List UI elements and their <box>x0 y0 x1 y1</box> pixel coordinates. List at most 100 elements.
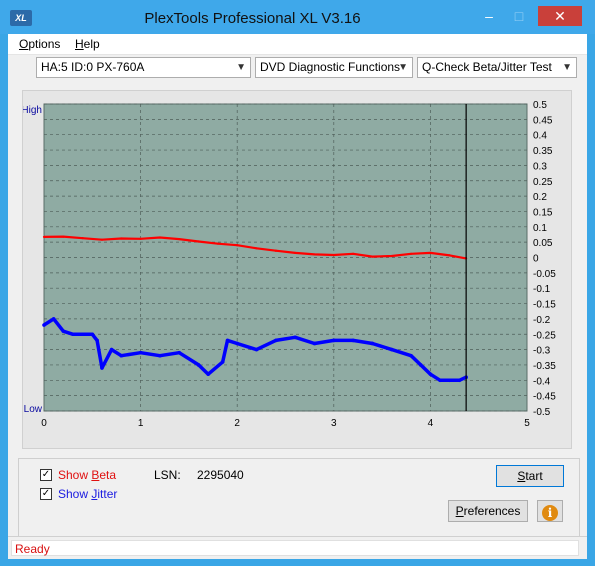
beta-data-point <box>197 240 200 243</box>
show-beta-text: Show <box>58 468 92 482</box>
jitter-data-point <box>220 360 225 364</box>
status-bar: Ready <box>8 536 587 559</box>
jitter-data-point <box>177 350 182 355</box>
device-select[interactable]: HA:5 ID:0 PX-760A ▼ <box>36 57 251 78</box>
beta-data-point <box>139 237 142 240</box>
jitter-data-point <box>351 338 355 343</box>
y-tick-label: 0.4 <box>533 131 547 142</box>
jitter-data-point <box>409 353 413 358</box>
y-tick-label: -0.05 <box>533 269 556 280</box>
y-tick-label: -0.35 <box>533 361 556 372</box>
chevron-down-icon: ▼ <box>236 62 246 73</box>
preferences-label: references <box>463 504 521 518</box>
jitter-data-point <box>80 332 85 337</box>
jitter-data-point <box>332 338 336 343</box>
start-button[interactable]: Start <box>496 465 564 487</box>
jitter-data-point <box>418 363 423 367</box>
jitter-data-point <box>389 347 394 352</box>
beta-data-point <box>352 252 355 255</box>
y-tick-label: -0.4 <box>533 376 551 387</box>
x-tick-label: 4 <box>428 418 434 429</box>
show-jitter-label[interactable]: Show Jitter <box>58 487 117 501</box>
y-tick-label: 0.25 <box>533 177 553 188</box>
title-bar[interactable]: XL PlexTools Professional XL V3.16 – □ ✕ <box>0 0 595 34</box>
menu-options-label: ptions <box>28 37 61 51</box>
check-icon: ✓ <box>41 488 51 499</box>
y-tick-label: 0.5 <box>533 100 547 111</box>
y-tick-label: -0.5 <box>533 407 551 418</box>
menu-options[interactable]: Options <box>19 37 60 51</box>
y-tick-label: 0.15 <box>533 207 553 218</box>
x-tick-label: 5 <box>524 418 530 429</box>
show-jitter-text: Show <box>58 487 92 501</box>
beta-data-point <box>100 238 104 241</box>
lsn-value: 2295040 <box>197 468 244 482</box>
beta-jitter-chart: 0.5 0.45 0.4 0.35 0.3 0.25 0.2 0.15 0.1 0.05 0 -0.0… <box>23 100 556 429</box>
low-label: Low <box>24 404 43 415</box>
chart-panel: 0.5 0.45 0.4 0.35 0.3 0.25 0.2 0.15 0.1 0.05 0 -0.0… <box>22 90 572 449</box>
menu-options-mnemonic: O <box>19 37 29 51</box>
y-tick-label: 0.35 <box>533 146 553 157</box>
beta-data-point <box>255 247 258 250</box>
menu-help-mnemonic: H <box>75 37 84 51</box>
x-tick-label: 0 <box>41 418 47 429</box>
minimize-button[interactable]: – <box>476 6 502 26</box>
beta-data-point <box>448 254 451 257</box>
jitter-data-point <box>428 372 433 376</box>
beta-data-point <box>62 235 65 238</box>
menu-help[interactable]: Help <box>75 37 100 51</box>
y-tick-label: -0.25 <box>533 330 556 341</box>
x-tick-label: 3 <box>331 418 337 429</box>
beta-data-point <box>274 249 277 252</box>
info-icon: i <box>542 505 558 521</box>
jitter-data-point <box>274 338 278 343</box>
app-window: XL PlexTools Professional XL V3.16 – □ ✕… <box>0 0 595 566</box>
jitter-data-point <box>90 332 95 337</box>
show-jitter-text-rest: itter <box>97 487 118 501</box>
beta-data-point <box>42 235 46 239</box>
x-tick-label: 1 <box>138 418 144 429</box>
start-label: tart <box>525 469 543 483</box>
high-label: High <box>23 105 42 116</box>
jitter-data-point <box>158 353 162 358</box>
jitter-data-point <box>42 323 46 327</box>
jitter-data-point <box>370 341 375 346</box>
lsn-label: LSN: <box>154 468 181 482</box>
y-tick-label: 0.05 <box>533 238 553 249</box>
x-tick-label: 2 <box>234 418 240 429</box>
y-tick-label: 0 <box>533 254 539 265</box>
maximize-button[interactable]: □ <box>506 6 532 26</box>
jitter-data-point <box>95 338 99 343</box>
jitter-data-point <box>71 332 75 337</box>
jitter-data-point <box>138 350 143 355</box>
options-panel: ✓ Show Beta ✓ Show Jitter LSN: 2295040 S… <box>18 458 580 538</box>
beta-data-point <box>120 237 123 240</box>
jitter-data-point <box>235 341 239 346</box>
function-select[interactable]: DVD Diagnostic Functions ▼ <box>255 57 413 78</box>
beta-data-point <box>371 255 374 258</box>
jitter-data-point <box>293 335 297 340</box>
y-tick-label: 0.1 <box>533 223 547 234</box>
jitter-data-point <box>100 366 104 370</box>
jitter-data-point <box>254 347 259 352</box>
beta-data-point <box>236 244 239 247</box>
jitter-data-point <box>51 317 56 321</box>
y-tick-label: 0.2 <box>533 192 547 203</box>
check-icon: ✓ <box>41 469 51 480</box>
show-beta-label[interactable]: Show Beta <box>58 468 116 482</box>
beta-data-point <box>429 251 432 254</box>
status-text: Ready <box>11 540 579 556</box>
test-select-value: Q-Check Beta/Jitter Test <box>422 60 552 74</box>
function-select-value: DVD Diagnostic Functions <box>260 60 401 74</box>
close-button[interactable]: ✕ <box>538 6 582 26</box>
show-beta-checkbox[interactable]: ✓ <box>40 469 52 481</box>
jitter-data-point <box>457 378 462 383</box>
preferences-button[interactable]: Preferences <box>448 500 528 522</box>
beta-data-point <box>178 237 181 241</box>
y-tick-label: 0.3 <box>533 161 547 172</box>
test-select[interactable]: Q-Check Beta/Jitter Test ▼ <box>417 57 577 78</box>
info-button[interactable]: i <box>537 500 563 522</box>
beta-data-point <box>81 237 84 240</box>
y-tick-label: -0.3 <box>533 346 551 357</box>
show-jitter-checkbox[interactable]: ✓ <box>40 488 52 500</box>
